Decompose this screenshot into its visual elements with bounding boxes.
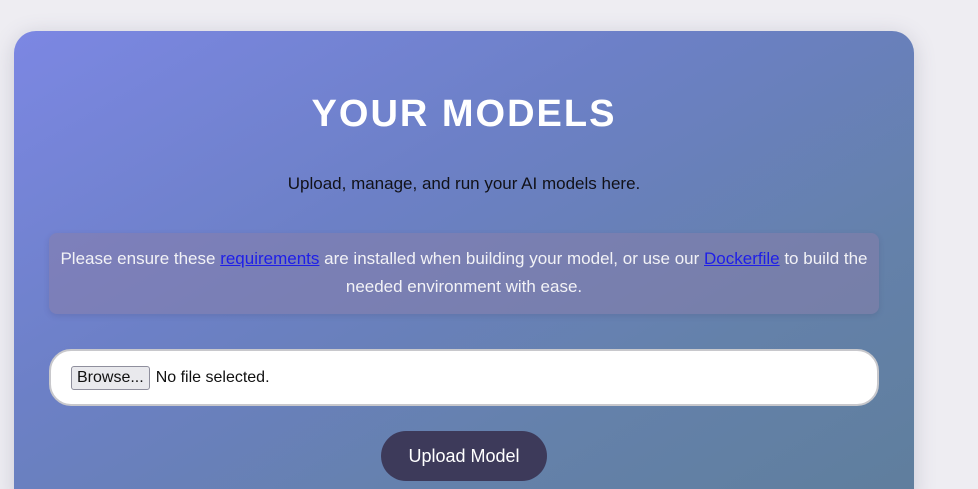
dockerfile-link[interactable]: Dockerfile xyxy=(704,249,780,268)
browse-button[interactable]: Browse... xyxy=(71,365,150,390)
notice-text-before: Please ensure these xyxy=(60,249,221,268)
notice-text-middle: are installed when building your model, … xyxy=(319,249,705,268)
file-status-text: No file selected. xyxy=(155,368,270,386)
page-subtitle: Upload, manage, and run your AI models h… xyxy=(287,174,641,193)
page: YOUR MODELS Upload, manage, and run your… xyxy=(0,0,978,489)
page-title: YOUR MODELS xyxy=(311,93,617,135)
requirements-link[interactable]: requirements xyxy=(220,249,319,268)
file-input-field[interactable]: Browse... No file selected. xyxy=(49,349,879,406)
requirements-notice: Please ensure these requirements are ins… xyxy=(49,233,879,314)
upload-model-button[interactable]: Upload Model xyxy=(381,431,547,481)
